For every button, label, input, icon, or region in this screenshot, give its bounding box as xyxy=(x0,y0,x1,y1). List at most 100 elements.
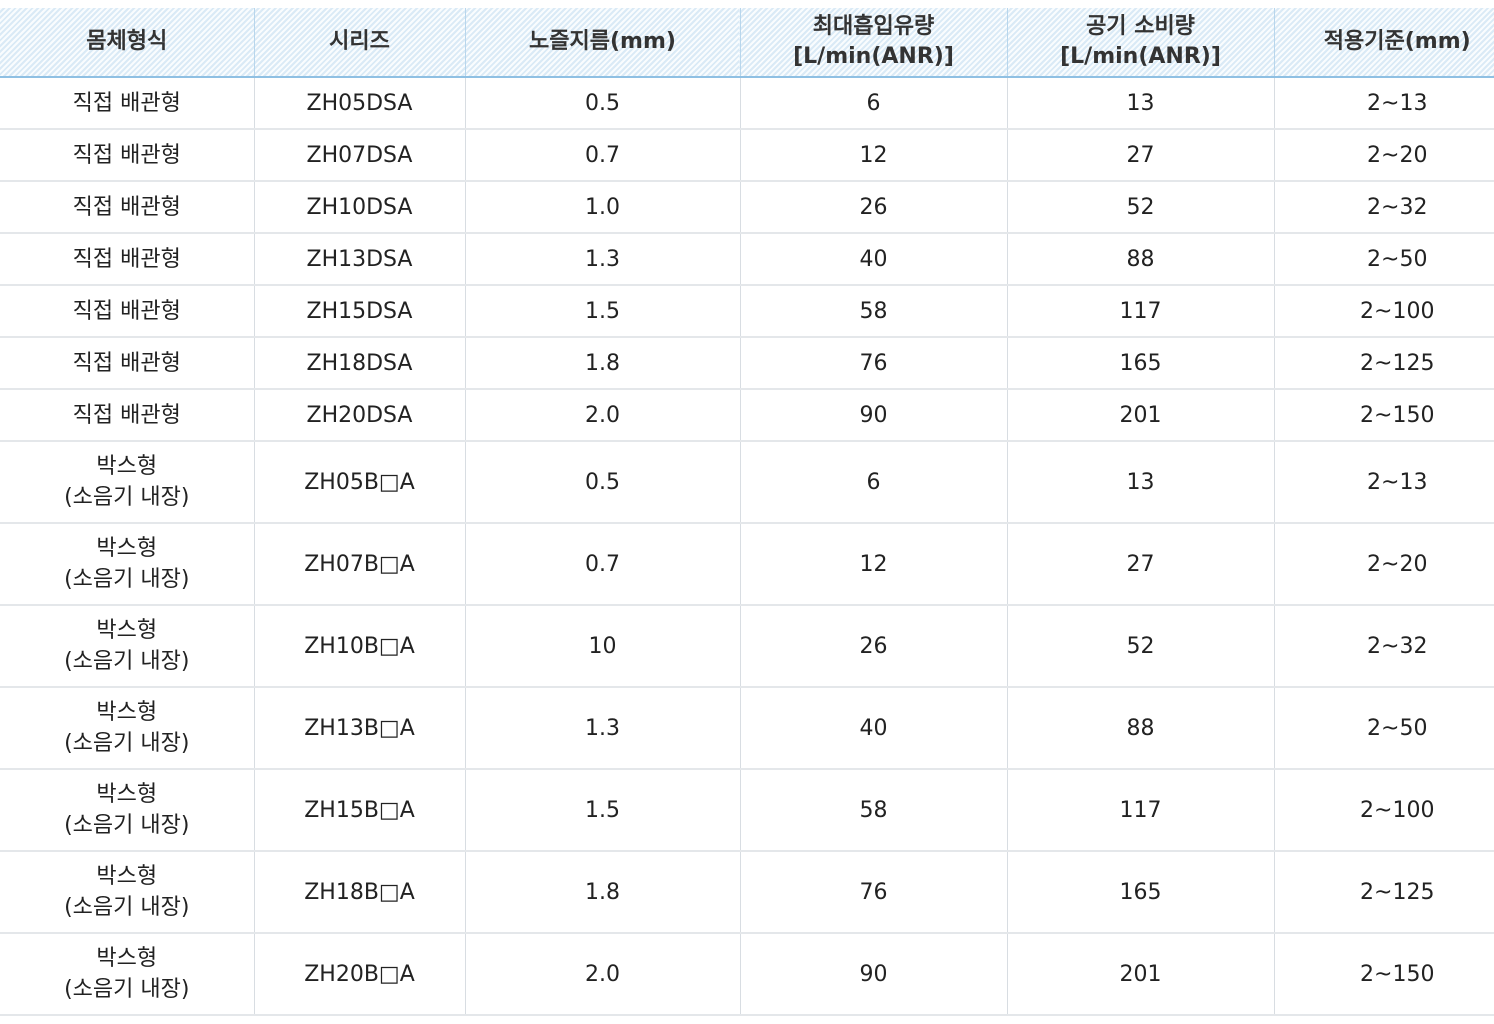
air-consumption-cell: 13 xyxy=(1007,77,1275,130)
table-row: 박스형 (소음기 내장) ZH15B□A 1.5 58 117 2~100 xyxy=(0,769,1494,852)
table-row: 박스형 (소음기 내장) ZH05B□A 0.5 6 13 2~13 xyxy=(0,441,1494,524)
series-cell: ZH15DSA xyxy=(254,285,466,338)
applicable-standard-cell: 2~125 xyxy=(1274,337,1494,390)
table-row: 박스형 (소음기 내장) ZH18B□A 1.8 76 165 2~125 xyxy=(0,851,1494,934)
max-suction-flow-cell: 6 xyxy=(740,77,1008,130)
body-type-cell: 박스형 (소음기 내장) xyxy=(0,769,255,852)
table-row: 박스형 (소음기 내장) ZH07B□A 0.7 12 27 2~20 xyxy=(0,523,1494,606)
series-cell: ZH13B□A xyxy=(254,687,466,770)
air-consumption-cell: 27 xyxy=(1007,523,1275,606)
body-type-line: (소음기 내장) xyxy=(64,813,190,838)
body-type-cell: 박스형 (소음기 내장) xyxy=(0,687,255,770)
applicable-standard-cell: 2~20 xyxy=(1274,129,1494,182)
body-type-line: (소음기 내장) xyxy=(64,977,190,1002)
table-row: 직접 배관형 ZH07DSA 0.7 12 27 2~20 xyxy=(0,129,1494,182)
nozzle-diameter-cell: 0.5 xyxy=(465,441,741,524)
series-cell: ZH07B□A xyxy=(254,523,466,606)
table-row: 박스형 (소음기 내장) ZH10B□A 10 26 52 2~32 xyxy=(0,605,1494,688)
series-cell: ZH18B□A xyxy=(254,851,466,934)
table-row: 직접 배관형 ZH05DSA 0.5 6 13 2~13 xyxy=(0,77,1494,130)
table-row: 직접 배관형 ZH15DSA 1.5 58 117 2~100 xyxy=(0,285,1494,338)
air-consumption-cell: 201 xyxy=(1007,389,1275,442)
nozzle-diameter-cell: 2.0 xyxy=(465,389,741,442)
air-consumption-cell: 165 xyxy=(1007,337,1275,390)
header-nozzle-diameter: 노즐지름(mm) xyxy=(465,8,741,78)
max-suction-flow-cell: 76 xyxy=(740,851,1008,934)
page: 몸체형식 시리즈 노즐지름(mm) 최대흡입유량 [L/min(ANR)] 공기 소비량 [… xyxy=(0,0,1494,1024)
body-type-cell: 직접 배관형 xyxy=(0,285,255,338)
body-type-cell: 박스형 (소음기 내장) xyxy=(0,933,255,1016)
body-type-line: 박스형 xyxy=(96,700,158,725)
table-row: 직접 배관형 ZH18DSA 1.8 76 165 2~125 xyxy=(0,337,1494,390)
applicable-standard-cell: 2~13 xyxy=(1274,77,1494,130)
body-type-cell: 직접 배관형 xyxy=(0,233,255,286)
air-consumption-cell: 52 xyxy=(1007,605,1275,688)
body-type-line: (소음기 내장) xyxy=(64,485,190,510)
max-suction-flow-cell: 40 xyxy=(740,233,1008,286)
body-type-cell: 직접 배관형 xyxy=(0,181,255,234)
series-cell: ZH20B□A xyxy=(254,933,466,1016)
header-label-line: [L/min(ANR)] xyxy=(1060,44,1221,69)
applicable-standard-cell: 2~150 xyxy=(1274,389,1494,442)
table-row: 박스형 (소음기 내장) ZH20B□A 2.0 90 201 2~150 xyxy=(0,933,1494,1016)
max-suction-flow-cell: 26 xyxy=(740,181,1008,234)
table-body: 직접 배관형 ZH05DSA 0.5 6 13 2~13 직접 배관형 ZH07DSA 0.7 1… xyxy=(0,77,1494,1016)
series-cell: ZH05B□A xyxy=(254,441,466,524)
body-type-line: 박스형 xyxy=(96,782,158,807)
header-label-line: 노즐지름(mm) xyxy=(529,29,676,54)
series-cell: ZH10DSA xyxy=(254,181,466,234)
applicable-standard-cell: 2~32 xyxy=(1274,605,1494,688)
air-consumption-cell: 13 xyxy=(1007,441,1275,524)
max-suction-flow-cell: 58 xyxy=(740,285,1008,338)
nozzle-diameter-cell: 1.8 xyxy=(465,851,741,934)
body-type-cell: 박스형 (소음기 내장) xyxy=(0,523,255,606)
body-type-line: 박스형 xyxy=(96,454,158,479)
body-type-line: 직접 배관형 xyxy=(72,402,181,428)
air-consumption-cell: 117 xyxy=(1007,285,1275,338)
nozzle-diameter-cell: 2.0 xyxy=(465,933,741,1016)
body-type-line: 직접 배관형 xyxy=(72,90,181,116)
applicable-standard-cell: 2~100 xyxy=(1274,285,1494,338)
series-cell: ZH13DSA xyxy=(254,233,466,286)
header-applicable-standard: 적용기준(mm) xyxy=(1274,8,1494,78)
body-type-line: 박스형 xyxy=(96,618,158,643)
applicable-standard-cell: 2~32 xyxy=(1274,181,1494,234)
nozzle-diameter-cell: 10 xyxy=(465,605,741,688)
air-consumption-cell: 88 xyxy=(1007,233,1275,286)
body-type-cell: 직접 배관형 xyxy=(0,337,255,390)
body-type-line: (소음기 내장) xyxy=(64,567,190,592)
nozzle-diameter-cell: 1.8 xyxy=(465,337,741,390)
series-cell: ZH07DSA xyxy=(254,129,466,182)
nozzle-diameter-cell: 0.7 xyxy=(465,129,741,182)
applicable-standard-cell: 2~150 xyxy=(1274,933,1494,1016)
body-type-line: 직접 배관형 xyxy=(72,142,181,168)
applicable-standard-cell: 2~13 xyxy=(1274,441,1494,524)
header-series: 시리즈 xyxy=(254,8,466,78)
header-max-suction-flow: 최대흡입유량 [L/min(ANR)] xyxy=(740,8,1008,78)
table-row: 박스형 (소음기 내장) ZH13B□A 1.3 40 88 2~50 xyxy=(0,687,1494,770)
body-type-cell: 박스형 (소음기 내장) xyxy=(0,441,255,524)
max-suction-flow-cell: 76 xyxy=(740,337,1008,390)
applicable-standard-cell: 2~50 xyxy=(1274,233,1494,286)
series-cell: ZH15B□A xyxy=(254,769,466,852)
max-suction-flow-cell: 90 xyxy=(740,933,1008,1016)
body-type-cell: 직접 배관형 xyxy=(0,389,255,442)
body-type-line: 직접 배관형 xyxy=(72,246,181,272)
series-cell: ZH20DSA xyxy=(254,389,466,442)
nozzle-diameter-cell: 1.5 xyxy=(465,769,741,852)
spec-table: 몸체형식 시리즈 노즐지름(mm) 최대흡입유량 [L/min(ANR)] 공기 소비량 [… xyxy=(0,8,1494,1016)
applicable-standard-cell: 2~125 xyxy=(1274,851,1494,934)
header-label-line: 몸체형식 xyxy=(86,29,168,54)
applicable-standard-cell: 2~50 xyxy=(1274,687,1494,770)
air-consumption-cell: 117 xyxy=(1007,769,1275,852)
table-row: 직접 배관형 ZH20DSA 2.0 90 201 2~150 xyxy=(0,389,1494,442)
nozzle-diameter-cell: 1.3 xyxy=(465,233,741,286)
body-type-line: 직접 배관형 xyxy=(72,350,181,376)
body-type-cell: 직접 배관형 xyxy=(0,129,255,182)
series-cell: ZH05DSA xyxy=(254,77,466,130)
body-type-cell: 직접 배관형 xyxy=(0,77,255,130)
air-consumption-cell: 201 xyxy=(1007,933,1275,1016)
max-suction-flow-cell: 40 xyxy=(740,687,1008,770)
nozzle-diameter-cell: 0.7 xyxy=(465,523,741,606)
body-type-line: (소음기 내장) xyxy=(64,649,190,674)
